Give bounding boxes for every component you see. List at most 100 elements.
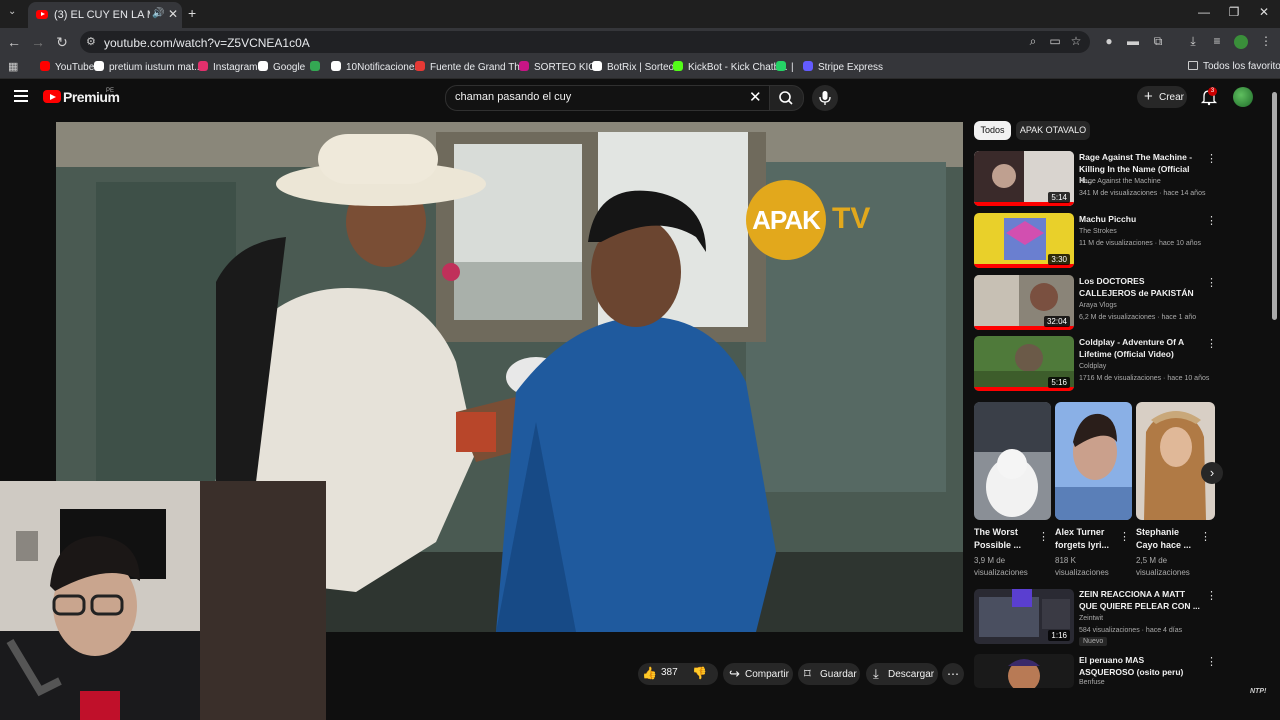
youtube-logo-icon[interactable] (43, 90, 61, 103)
bookmark-item[interactable]: 10Notificaciones (331, 61, 419, 73)
video-title[interactable]: Machu Picchu (1079, 214, 1201, 226)
bookmark-item[interactable]: | (776, 61, 794, 73)
cast-icon[interactable]: ▭ (1047, 34, 1063, 48)
chip-todos[interactable]: Todos (974, 121, 1011, 140)
more-options-icon[interactable]: ⋮ (1206, 589, 1217, 602)
share-button[interactable]: ↪ Compartir (723, 663, 793, 685)
video-thumbnail[interactable] (974, 654, 1074, 688)
extensions-puzzle-icon[interactable]: ⧉ (1150, 34, 1166, 49)
thumbs-up-icon: 👍 (642, 666, 657, 680)
tab-search-icon[interactable]: ⌄ (8, 6, 16, 17)
short-title[interactable]: Stephanie Cayo hace ... (1136, 526, 1198, 552)
profile-avatar-icon[interactable] (1234, 35, 1248, 49)
more-actions-icon[interactable]: ⋯ (942, 663, 964, 685)
short-thumbnail[interactable] (1055, 402, 1132, 520)
video-channel[interactable]: Benfuse (1079, 679, 1105, 686)
short-thumbnail[interactable] (974, 402, 1051, 520)
more-options-icon[interactable]: ⋮ (1206, 276, 1217, 289)
short-views: 3,9 M de visualizaciones (974, 556, 1028, 577)
site-info-icon[interactable]: ⚙ (86, 35, 96, 48)
bookmark-item[interactable] (310, 61, 325, 73)
video-thumbnail[interactable]: 32:04 (974, 275, 1074, 330)
download-icon[interactable]: ⤓ (1185, 34, 1201, 49)
active-tab[interactable]: (3) EL CUY EN LA MEDICINA 🔊 ✕ (28, 2, 182, 28)
hamburger-menu-icon[interactable] (14, 90, 28, 102)
bookmark-label: pretium iustum mat... (109, 62, 203, 73)
more-options-icon[interactable]: ⋮ (1206, 152, 1217, 165)
plus-icon: + (1144, 88, 1153, 105)
more-options-icon[interactable]: ⋮ (1206, 337, 1217, 350)
video-title[interactable]: Los DOCTORES CALLEJEROS de PAKISTÁN (1079, 276, 1201, 299)
short-title[interactable]: Alex Turner forgets lyri... (1055, 526, 1117, 552)
video-channel[interactable]: Araya Vlogs (1079, 302, 1117, 309)
video-thumbnail[interactable]: 5:16 (974, 336, 1074, 391)
folder-icon (1188, 61, 1198, 70)
extension-icon[interactable]: ▬ (1125, 34, 1141, 48)
all-bookmarks-label: Todos los favoritos (1203, 61, 1280, 72)
chrome-menu-icon[interactable]: ⋮ (1258, 34, 1274, 48)
bookmark-favicon-icon (803, 61, 813, 71)
extension-icon[interactable]: ● (1101, 34, 1117, 48)
more-options-icon[interactable]: ⋮ (1200, 530, 1211, 543)
bookmark-label: BotRix | Sorteos (607, 62, 680, 73)
restore-window-icon[interactable]: ❐ (1224, 5, 1244, 19)
shorts-next-chevron-icon[interactable]: › (1201, 462, 1223, 484)
chip-apak-otavalo[interactable]: APAK OTAVALO (1016, 121, 1090, 140)
bookmark-item[interactable]: SORTEO KICK (519, 61, 602, 73)
url-text[interactable]: youtube.com/watch?v=Z5VCNEA1c0A (104, 36, 310, 50)
new-tab-button[interactable]: + (188, 5, 196, 21)
page-scrollbar[interactable] (1272, 92, 1277, 320)
bookmark-star-icon[interactable]: ☆ (1068, 34, 1084, 48)
close-window-icon[interactable]: ✕ (1254, 5, 1274, 19)
video-thumbnail[interactable]: 5:14 (974, 151, 1074, 206)
like-button[interactable]: 👍 387 (642, 666, 678, 680)
video-channel[interactable]: Coldplay (1079, 363, 1106, 370)
more-options-icon[interactable]: ⋮ (1206, 655, 1217, 668)
search-query-text[interactable]: chaman pasando el cuy (455, 91, 571, 103)
more-options-icon[interactable]: ⋮ (1206, 214, 1217, 227)
apps-grid-icon[interactable]: ▦ (8, 60, 18, 73)
all-bookmarks-folder[interactable]: Todos los favoritos (1188, 61, 1280, 72)
bookmark-favicon-icon (415, 61, 425, 71)
save-button[interactable]: ⌑ Guardar (798, 663, 860, 685)
dislike-button[interactable]: 👎 (692, 666, 707, 680)
video-title[interactable]: ZEIN REACCIONA A MATT QUE QUIERE PELEAR … (1079, 589, 1201, 612)
short-title[interactable]: The Worst Possible ... (974, 526, 1036, 552)
short-thumbnail[interactable] (1136, 402, 1215, 520)
bookmark-item[interactable]: Fuente de Grand Th... (415, 61, 528, 73)
ntp-overlay-label: NTP! (1250, 688, 1267, 695)
clear-search-icon[interactable]: ✕ (749, 88, 762, 106)
voice-search-button[interactable] (812, 85, 838, 111)
bookmark-item[interactable]: Instagram (198, 61, 257, 73)
media-control-icon[interactable]: ≡ (1209, 34, 1225, 48)
more-options-icon[interactable]: ⋮ (1038, 530, 1049, 543)
bookmark-favicon-icon (331, 61, 341, 71)
zoom-icon[interactable]: ⌕ (1025, 34, 1041, 49)
account-avatar[interactable] (1233, 87, 1253, 107)
audio-playing-icon[interactable]: 🔊 (152, 8, 164, 19)
video-thumbnail[interactable]: 1:16 (974, 589, 1074, 644)
video-title[interactable]: Coldplay - Adventure Of A Lifetime (Offi… (1079, 337, 1201, 360)
download-button[interactable]: ⤓ Descargar (866, 663, 938, 685)
create-button[interactable]: + Crear (1137, 86, 1187, 108)
video-channel[interactable]: The Strokes (1079, 228, 1117, 235)
youtube-favicon-icon (36, 10, 48, 19)
search-button[interactable] (769, 85, 804, 111)
bookmark-item[interactable]: KickBot - Kick Chatb... (673, 61, 787, 73)
bookmark-item[interactable]: YouTube (40, 61, 94, 73)
bookmark-item[interactable]: Stripe Express (803, 61, 883, 73)
bookmark-item[interactable]: pretium iustum mat... (94, 61, 202, 73)
bookmark-item[interactable]: BotRix | Sorteos (592, 61, 679, 73)
video-title[interactable]: El peruano MAS ASQUEROSO (osito peru) (1079, 655, 1201, 678)
close-tab-icon[interactable]: ✕ (168, 7, 178, 21)
more-options-icon[interactable]: ⋮ (1119, 530, 1130, 543)
video-duration: 3:30 (1048, 254, 1070, 265)
video-channel[interactable]: Zeintwit (1079, 615, 1103, 622)
back-icon[interactable]: ← (6, 34, 22, 50)
reload-icon[interactable]: ↻ (54, 34, 70, 51)
video-thumbnail[interactable]: 3:30 (974, 213, 1074, 268)
bookmark-item[interactable]: Google (258, 61, 305, 73)
video-channel[interactable]: Rage Against the Machine (1079, 178, 1161, 185)
forward-icon[interactable]: → (30, 34, 46, 50)
minimize-window-icon[interactable]: — (1194, 5, 1214, 19)
